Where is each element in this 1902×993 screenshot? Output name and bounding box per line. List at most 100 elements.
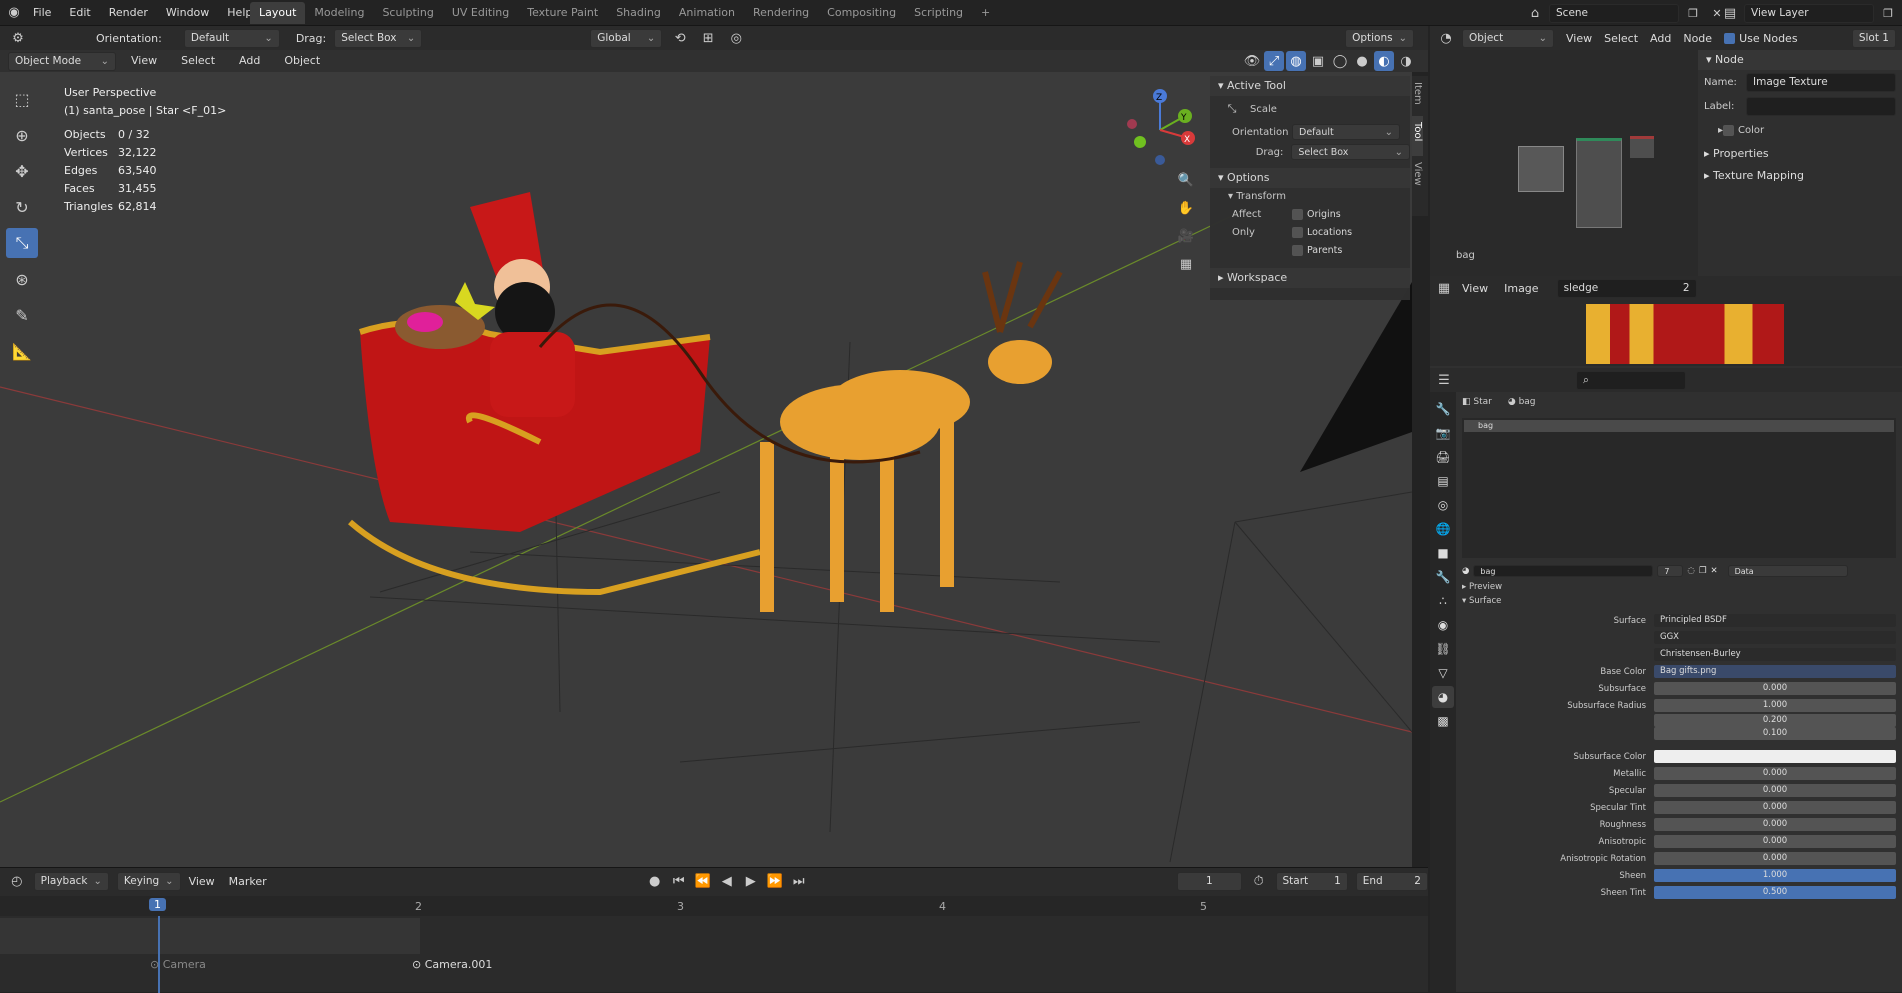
jump-start-icon[interactable]: ⏮	[669, 871, 689, 891]
node-menu-node[interactable]: Node	[1683, 32, 1712, 45]
playback-menu[interactable]: Playback	[33, 871, 109, 891]
world-properties-icon[interactable]: 🌐	[1432, 518, 1454, 540]
select-box-icon[interactable]: ⬚	[6, 84, 38, 114]
viewport-menu-object[interactable]: Object	[275, 50, 329, 72]
drag-dropdown[interactable]: Select Box	[334, 28, 423, 48]
menu-render[interactable]: Render	[100, 0, 157, 26]
rendered-shading-icon[interactable]: ◑	[1396, 51, 1416, 71]
prop-subsurface-method[interactable]: Christensen-Burley	[1456, 646, 1902, 663]
prop-roughness[interactable]: Roughness 0.000	[1456, 816, 1902, 833]
prop-subsurface-color[interactable]: Subsurface Color	[1456, 748, 1902, 765]
image-texture-node[interactable]	[1518, 146, 1564, 192]
prop-surface[interactable]: Surface Principled BSDF	[1456, 612, 1902, 629]
navigation-gizmo[interactable]: Z Y X	[1120, 86, 1200, 166]
render-properties-icon[interactable]: 📷	[1432, 422, 1454, 444]
node-panel-header[interactable]: ▾ Node	[1698, 50, 1902, 70]
view-layer-icon[interactable]: ▤	[1720, 3, 1740, 23]
options-dropdown[interactable]: Options	[1345, 28, 1414, 48]
pan-hand-icon[interactable]: ✋	[1176, 198, 1196, 218]
fake-user-icon[interactable]: ◌	[1687, 566, 1694, 576]
overlay-toggle-icon[interactable]: ◍	[1286, 51, 1306, 71]
tab-layout[interactable]: Layout	[250, 2, 306, 24]
menu-window[interactable]: Window	[157, 0, 218, 26]
n-drag-dropdown[interactable]: Select Box	[1291, 144, 1410, 160]
measure-icon[interactable]: 📐	[6, 336, 38, 366]
move-icon[interactable]: ✥	[6, 156, 38, 186]
tab-texture-paint[interactable]: Texture Paint	[518, 2, 607, 24]
jump-end-icon[interactable]: ⏭	[789, 871, 809, 891]
tab-uv-editing[interactable]: UV Editing	[443, 2, 518, 24]
copy-icon[interactable]: ❐	[1878, 3, 1898, 23]
prev-keyframe-icon[interactable]: ⏪	[693, 871, 713, 891]
constraints-properties-icon[interactable]: ⛓	[1432, 638, 1454, 660]
start-frame-field[interactable]: Start 1	[1275, 871, 1348, 891]
view-layer-properties-icon[interactable]: ▤	[1432, 470, 1454, 492]
material-name-field[interactable]: bag	[1473, 565, 1654, 577]
material-properties-icon[interactable]: ◕	[1432, 686, 1454, 708]
marker-camera-001[interactable]: ⊙ Camera.001	[412, 958, 492, 971]
node-menu-select[interactable]: Select	[1604, 32, 1638, 45]
properties-editor-icon[interactable]: ☰	[1434, 370, 1454, 390]
prop-base-color[interactable]: Base Color Bag gifts.png	[1456, 663, 1902, 680]
prop-metallic[interactable]: Metallic 0.000	[1456, 765, 1902, 782]
prop-subsurface[interactable]: Subsurface 0.000	[1456, 680, 1902, 697]
material-slot-item[interactable]: bag	[1464, 420, 1894, 432]
tab-tool[interactable]: Tool	[1412, 116, 1423, 156]
prop-subsurface-radius-x[interactable]: Subsurface Radius 1.000	[1456, 697, 1902, 714]
unlink-material-icon[interactable]: ✕	[1710, 566, 1717, 576]
node-name-field[interactable]: Image Texture	[1746, 72, 1896, 92]
material-output-node[interactable]	[1630, 136, 1654, 158]
tab-sculpting[interactable]: Sculpting	[373, 2, 442, 24]
modifier-properties-icon[interactable]: 🔧	[1432, 566, 1454, 588]
record-icon[interactable]: ●	[645, 871, 665, 891]
tool-icon[interactable]: ⚙	[8, 28, 28, 48]
tab-scripting[interactable]: Scripting	[905, 2, 972, 24]
workspace-header[interactable]: ▸ Workspace	[1210, 268, 1410, 288]
material-browse-icon[interactable]: ◕	[1462, 566, 1469, 576]
n-orientation-dropdown[interactable]: Default	[1292, 124, 1400, 140]
tab-rendering[interactable]: Rendering	[744, 2, 818, 24]
clock-icon[interactable]: ◴	[8, 871, 26, 891]
physics-properties-icon[interactable]: ◉	[1432, 614, 1454, 636]
snap-icon[interactable]: ⊞	[698, 28, 718, 48]
node-label-field[interactable]	[1746, 96, 1896, 116]
gizmo-toggle-icon[interactable]: ⤢	[1264, 51, 1284, 71]
tab-animation[interactable]: Animation	[670, 2, 744, 24]
origins-checkbox[interactable]: Origins	[1292, 206, 1352, 224]
prop-subsurface-radius-y[interactable]: 0.200	[1456, 714, 1902, 727]
tab-shading[interactable]: Shading	[607, 2, 670, 24]
prop-subsurface-radius-z[interactable]: 0.100	[1456, 727, 1902, 740]
tab-modeling[interactable]: Modeling	[305, 2, 373, 24]
node-menu-add[interactable]: Add	[1650, 32, 1671, 45]
prop-anisotropic[interactable]: Anisotropic 0.000	[1456, 833, 1902, 850]
options-header[interactable]: ▾ Options	[1210, 168, 1410, 188]
node-canvas[interactable]: bag	[1430, 50, 1698, 276]
scene-field[interactable]: Scene	[1549, 3, 1679, 23]
marker-camera[interactable]: ⊙ Camera	[150, 958, 206, 971]
prop-anisotropic-rotation[interactable]: Anisotropic Rotation 0.000	[1456, 850, 1902, 867]
scene-properties-icon[interactable]: ◎	[1432, 494, 1454, 516]
timeline-view-menu[interactable]: View	[189, 875, 215, 888]
add-workspace-button[interactable]: +	[972, 2, 999, 24]
play-icon[interactable]: ▶	[741, 871, 761, 891]
zoom-icon[interactable]: 🔍	[1176, 170, 1196, 190]
wireframe-shading-icon[interactable]: ◯	[1330, 51, 1350, 71]
copy-material-icon[interactable]: ❐	[1699, 566, 1707, 576]
link-dropdown[interactable]: Data	[1727, 565, 1848, 577]
color-subpanel[interactable]: ▸ Color	[1698, 118, 1902, 142]
viewport-menu-add[interactable]: Add	[230, 50, 269, 72]
solid-shading-icon[interactable]: ●	[1352, 51, 1372, 71]
view-layer-field[interactable]: View Layer	[1744, 3, 1874, 23]
image-menu-image[interactable]: Image	[1504, 282, 1538, 295]
marker-menu[interactable]: Marker	[229, 875, 267, 888]
3d-viewport[interactable]: ⬚ ⊕ ✥ ↻ ⤡ ⊛ ✎ 📐 User Perspective (1) san…	[0, 72, 1412, 867]
slot-dropdown[interactable]: Slot 1	[1851, 28, 1896, 48]
current-frame-field[interactable]: 1	[1176, 871, 1242, 891]
properties-subpanel[interactable]: ▸ Properties	[1698, 142, 1902, 164]
annotate-icon[interactable]: ✎	[6, 300, 38, 330]
material-slot-list[interactable]: bag	[1462, 418, 1896, 558]
prop-sheen-tint[interactable]: Sheen Tint 0.500	[1456, 884, 1902, 901]
tab-item[interactable]: Item	[1412, 76, 1423, 116]
principled-bsdf-node[interactable]	[1576, 138, 1622, 228]
image-canvas[interactable]	[1430, 300, 1902, 366]
